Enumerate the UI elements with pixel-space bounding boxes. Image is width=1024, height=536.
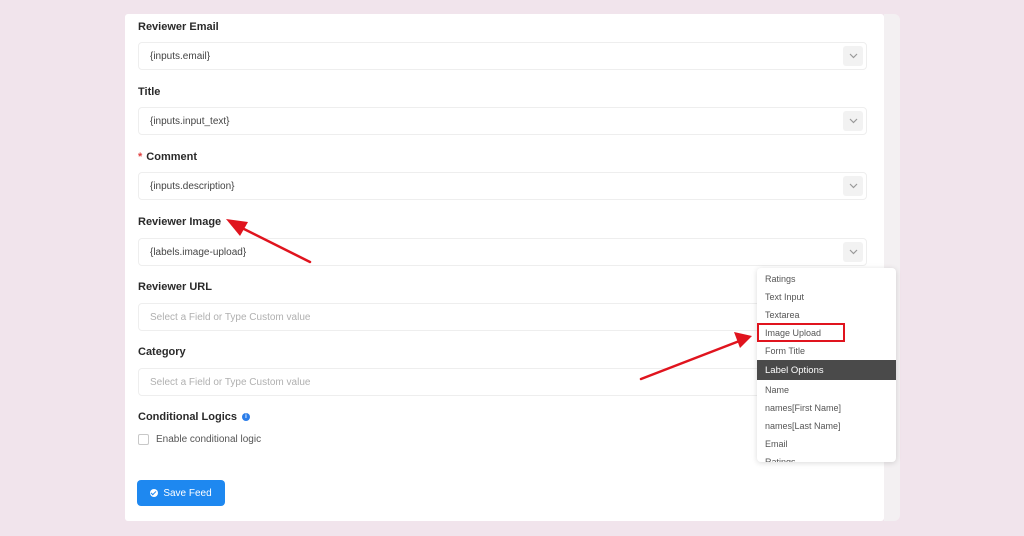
arrow-to-reviewer-image [226, 219, 312, 264]
arrow-to-image-upload [639, 332, 752, 381]
annotation-arrows [226, 219, 752, 381]
